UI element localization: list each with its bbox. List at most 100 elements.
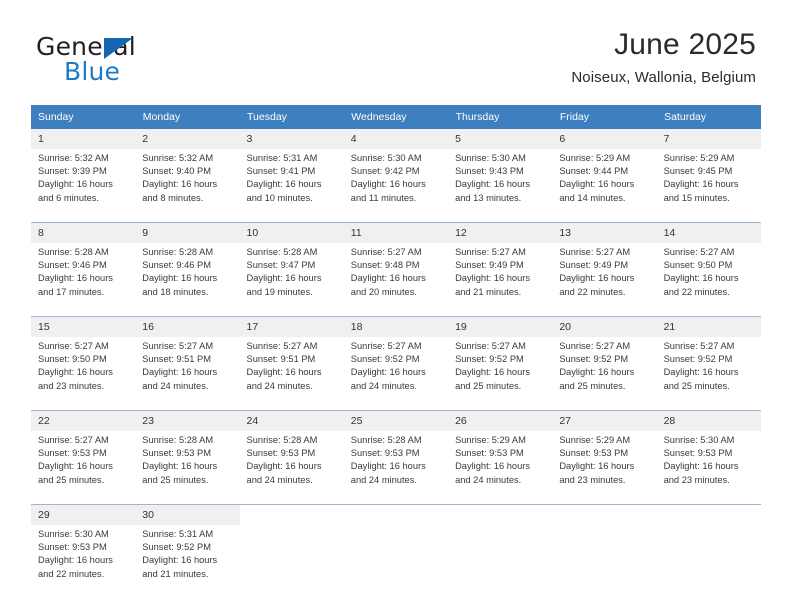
sunrise-text: Sunrise: 5:32 AM xyxy=(142,153,214,163)
sunset-text: Sunset: 9:52 PM xyxy=(142,542,211,553)
day-cell[interactable]: 5 Sunrise: 5:30 AM Sunset: 9:43 PM Daylight… xyxy=(448,129,553,213)
calendar-table: Sunday Monday Tuesday Wednesday Thursday… xyxy=(31,105,762,589)
week-spacer xyxy=(31,401,761,411)
brand-logo[interactable]: General Blue xyxy=(36,33,236,89)
day-number: 28 xyxy=(656,411,761,431)
day-number: 11 xyxy=(343,223,449,243)
sunrise-text: Sunrise: 5:27 AM xyxy=(663,341,735,351)
day-number: 30 xyxy=(135,505,240,525)
weekday-header-thursday: Thursday xyxy=(448,105,553,129)
day-cell[interactable]: 18 Sunrise: 5:27 AM Sunset: 9:52 PM Dayligh… xyxy=(343,316,449,401)
day-number: 9 xyxy=(135,223,240,243)
title-block: June 2025 Noiseux, Wallonia, Belgium xyxy=(571,26,756,89)
sunset-text: Sunset: 9:48 PM xyxy=(350,260,420,271)
weekday-header-friday: Friday xyxy=(552,105,658,129)
sunrise-text: Sunrise: 5:27 AM xyxy=(246,341,318,351)
day-number: 20 xyxy=(552,317,657,337)
day-cell[interactable]: 23 Sunrise: 5:28 AM Sunset: 9:53 PM Dayligh… xyxy=(135,410,240,495)
daylight-text-line2: and 25 minutes. xyxy=(38,474,105,485)
week-row: 1 Sunrise: 5:32 AM Sunset: 9:39 PM Daylight… xyxy=(31,129,761,213)
daylight-text-line2: and 17 minutes. xyxy=(38,286,105,297)
sunrise-text: Sunrise: 5:27 AM xyxy=(559,341,631,351)
day-number: 6 xyxy=(552,129,657,149)
day-cell[interactable]: 14 Sunrise: 5:27 AM Sunset: 9:50 PM Dayligh… xyxy=(656,222,761,307)
sunrise-text: Sunrise: 5:28 AM xyxy=(246,435,318,445)
day-cell[interactable]: 17 Sunrise: 5:27 AM Sunset: 9:51 PM Dayligh… xyxy=(239,316,344,401)
daylight-text-line2: and 6 minutes. xyxy=(38,192,99,203)
page-header: General Blue June 2025 Noiseux, Wallonia… xyxy=(0,0,792,100)
sunrise-text: Sunrise: 5:30 AM xyxy=(38,529,109,539)
brand-name-blue: Blue xyxy=(64,57,121,86)
daylight-text-line1: Daylight: 16 hours xyxy=(559,461,635,472)
day-cell[interactable]: 10 Sunrise: 5:28 AM Sunset: 9:47 PM Dayligh… xyxy=(239,222,344,307)
sunrise-text: Sunrise: 5:29 AM xyxy=(663,153,735,163)
week-row: 29 Sunrise: 5:30 AM Sunset: 9:53 PM Dayligh… xyxy=(31,504,761,589)
day-cell[interactable]: 21 Sunrise: 5:27 AM Sunset: 9:52 PM Dayligh… xyxy=(656,316,761,401)
sunrise-text: Sunrise: 5:27 AM xyxy=(38,341,109,351)
day-number: 26 xyxy=(448,411,553,431)
daylight-text-line1: Daylight: 16 hours xyxy=(663,461,739,472)
day-number: 21 xyxy=(656,317,761,337)
day-number: 3 xyxy=(239,129,344,149)
day-cell[interactable]: 12 Sunrise: 5:27 AM Sunset: 9:49 PM Dayligh… xyxy=(448,222,553,307)
daylight-text-line2: and 22 minutes. xyxy=(38,568,105,579)
sunset-text: Sunset: 9:53 PM xyxy=(350,448,420,459)
sunrise-text: Sunrise: 5:28 AM xyxy=(38,247,109,257)
daylight-text-line1: Daylight: 16 hours xyxy=(559,179,635,190)
sunset-text: Sunset: 9:45 PM xyxy=(663,166,733,177)
day-cell-empty xyxy=(343,504,449,589)
day-cell[interactable]: 27 Sunrise: 5:29 AM Sunset: 9:53 PM Dayligh… xyxy=(552,410,657,495)
day-cell[interactable]: 22 Sunrise: 5:27 AM Sunset: 9:53 PM Dayligh… xyxy=(31,410,136,495)
day-cell[interactable]: 1 Sunrise: 5:32 AM Sunset: 9:39 PM Daylight… xyxy=(31,129,136,213)
daylight-text-line2: and 10 minutes. xyxy=(246,192,313,203)
day-cell[interactable]: 2 Sunrise: 5:32 AM Sunset: 9:40 PM Daylight… xyxy=(135,129,240,213)
sunrise-text: Sunrise: 5:27 AM xyxy=(350,341,422,351)
daylight-text-line1: Daylight: 16 hours xyxy=(38,555,113,566)
day-cell[interactable]: 4 Sunrise: 5:30 AM Sunset: 9:42 PM Daylight… xyxy=(343,129,449,213)
sunrise-text: Sunrise: 5:29 AM xyxy=(559,153,631,163)
day-cell[interactable]: 13 Sunrise: 5:27 AM Sunset: 9:49 PM Dayligh… xyxy=(552,222,657,307)
day-cell[interactable]: 6 Sunrise: 5:29 AM Sunset: 9:44 PM Daylight… xyxy=(552,129,657,213)
daylight-text-line2: and 18 minutes. xyxy=(142,286,209,297)
sunrise-text: Sunrise: 5:28 AM xyxy=(246,247,318,257)
day-cell[interactable]: 8 Sunrise: 5:28 AM Sunset: 9:46 PM Daylight… xyxy=(31,222,136,307)
daylight-text-line2: and 15 minutes. xyxy=(663,192,730,203)
day-cell[interactable]: 30 Sunrise: 5:31 AM Sunset: 9:52 PM Dayligh… xyxy=(135,504,240,589)
daylight-text-line1: Daylight: 16 hours xyxy=(455,461,530,472)
sunrise-text: Sunrise: 5:28 AM xyxy=(142,435,214,445)
week-row: 15 Sunrise: 5:27 AM Sunset: 9:50 PM Dayligh… xyxy=(31,316,761,401)
day-cell[interactable]: 20 Sunrise: 5:27 AM Sunset: 9:52 PM Dayligh… xyxy=(552,316,657,401)
daylight-text-line1: Daylight: 16 hours xyxy=(246,179,322,190)
daylight-text-line2: and 24 minutes. xyxy=(142,380,209,391)
day-cell[interactable]: 9 Sunrise: 5:28 AM Sunset: 9:46 PM Daylight… xyxy=(135,222,240,307)
daylight-text-line2: and 13 minutes. xyxy=(455,192,522,203)
daylight-text-line2: and 24 minutes. xyxy=(350,380,417,391)
daylight-text-line2: and 14 minutes. xyxy=(559,192,626,203)
day-cell[interactable]: 15 Sunrise: 5:27 AM Sunset: 9:50 PM Dayligh… xyxy=(31,316,136,401)
day-cell[interactable]: 19 Sunrise: 5:27 AM Sunset: 9:52 PM Dayligh… xyxy=(448,316,553,401)
day-cell[interactable]: 28 Sunrise: 5:30 AM Sunset: 9:53 PM Dayligh… xyxy=(656,410,761,495)
sunset-text: Sunset: 9:49 PM xyxy=(455,260,524,271)
day-cell[interactable]: 3 Sunrise: 5:31 AM Sunset: 9:41 PM Daylight… xyxy=(239,129,344,213)
sunset-text: Sunset: 9:41 PM xyxy=(246,166,316,177)
day-cell[interactable]: 16 Sunrise: 5:27 AM Sunset: 9:51 PM Dayligh… xyxy=(135,316,240,401)
day-number: 25 xyxy=(343,411,449,431)
daylight-text-line2: and 25 minutes. xyxy=(455,380,522,391)
sunset-text: Sunset: 9:51 PM xyxy=(142,354,211,365)
daylight-text-line2: and 23 minutes. xyxy=(559,474,626,485)
day-cell[interactable]: 24 Sunrise: 5:28 AM Sunset: 9:53 PM Dayligh… xyxy=(239,410,344,495)
day-cell[interactable]: 7 Sunrise: 5:29 AM Sunset: 9:45 PM Daylight… xyxy=(656,129,761,213)
day-cell[interactable]: 26 Sunrise: 5:29 AM Sunset: 9:53 PM Dayligh… xyxy=(448,410,553,495)
daylight-text-line1: Daylight: 16 hours xyxy=(142,461,218,472)
sunset-text: Sunset: 9:53 PM xyxy=(246,448,316,459)
daylight-text-line1: Daylight: 16 hours xyxy=(350,273,426,284)
day-cell-empty xyxy=(448,504,553,589)
daylight-text-line2: and 22 minutes. xyxy=(663,286,730,297)
daylight-text-line2: and 21 minutes. xyxy=(455,286,522,297)
sunrise-text: Sunrise: 5:27 AM xyxy=(350,247,422,257)
day-cell[interactable]: 11 Sunrise: 5:27 AM Sunset: 9:48 PM Dayligh… xyxy=(343,222,449,307)
day-cell[interactable]: 25 Sunrise: 5:28 AM Sunset: 9:53 PM Dayligh… xyxy=(343,410,449,495)
daylight-text-line1: Daylight: 16 hours xyxy=(246,461,322,472)
day-cell[interactable]: 29 Sunrise: 5:30 AM Sunset: 9:53 PM Dayligh… xyxy=(31,504,136,589)
weekday-header-wednesday: Wednesday xyxy=(343,105,449,129)
